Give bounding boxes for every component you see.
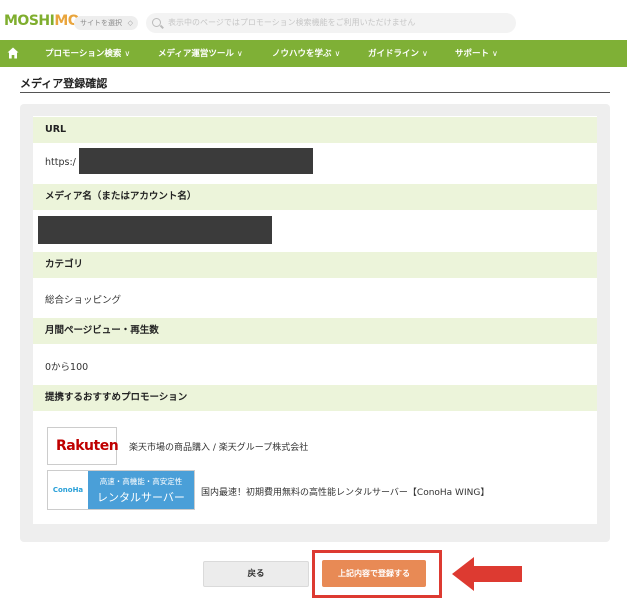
conoha-banner-line2: レンタルサーバー [97,491,185,504]
logo-part-1: MOSH [4,13,50,29]
promotion-conoha-text: 国内最速！初期費用無料の高性能レンタルサーバー【ConoHa WING】 [201,488,490,498]
site-select-label: サイトを選択 [80,19,122,27]
search-input[interactable]: 表示中のページではプロモーション検索機能をご利用いただけません [146,13,516,33]
nav-item-label: メディア運営ツール [158,49,234,59]
redacted-url [79,148,313,174]
chevron-down-icon: ∨ [236,49,243,58]
nav-item-label: ノウハウを学ぶ [272,49,332,59]
top-header: MOSHIMO サイトを選択 ◇ 表示中のページではプロモーション検索機能をご利… [0,0,627,40]
moshimo-logo[interactable]: MOSHIMO [4,13,80,29]
nav-item-label: サポート [455,49,490,59]
arrow-left-icon [452,557,522,591]
nav-item-learn[interactable]: ノウハウを学ぶ ∨ [272,40,340,67]
conoha-banner-line1: 高速・高機能・高安定性 [99,477,183,486]
search-placeholder: 表示中のページではプロモーション検索機能をご利用いただけません [168,18,416,27]
nav-item-label: ガイドライン [368,49,420,59]
nav-item-label: プロモーション検索 [45,49,122,59]
media-name-label: メディア名（またはアカウント名） [33,184,597,210]
chevron-down-icon: ∨ [124,49,131,58]
search-icon [152,18,161,27]
promotions-label: 提携するおすすめプロモーション [33,385,597,411]
nav-item-media-tools[interactable]: メディア運営ツール ∨ [158,40,243,67]
register-button[interactable]: 上記内容で登録する [322,560,426,587]
category-value: 総合ショッピング [45,295,122,306]
site-select-dropdown[interactable]: サイトを選択 ◇ [74,16,138,30]
url-value: https:/ [45,157,76,168]
pageviews-label: 月間ページビュー・再生数 [33,318,597,344]
chevron-down-icon: ◇ [127,19,133,27]
page-title: メディア登録確認 [20,77,108,90]
main-nav: プロモーション検索 ∨ メディア運営ツール ∨ ノウハウを学ぶ ∨ ガイドライン ∨ サ… [0,40,627,67]
promotion-rakuten-text: 楽天市場の商品購入 / 楽天グループ株式会社 [129,443,309,453]
title-divider [20,92,610,93]
category-label: カテゴリ [33,252,597,278]
chevron-down-icon: ∨ [422,49,428,58]
rakuten-logo-text: Rakuten [56,438,119,454]
conoha-logo: ConoHa [48,471,88,509]
nav-item-support[interactable]: サポート ∨ [455,40,498,67]
chevron-down-icon: ∨ [492,49,498,58]
home-icon[interactable] [7,47,19,59]
conoha-banner-copy: 高速・高機能・高安定性 レンタルサーバー [88,471,194,509]
chevron-down-icon: ∨ [334,49,341,58]
redacted-media-name [38,216,272,244]
pageviews-value: 0から100 [45,362,89,373]
back-button[interactable]: 戻る [203,561,309,587]
nav-item-promotion-search[interactable]: プロモーション検索 ∨ [45,40,130,67]
conoha-banner: ConoHa 高速・高機能・高安定性 レンタルサーバー [47,470,195,510]
nav-item-guidelines[interactable]: ガイドライン ∨ [368,40,428,67]
rakuten-logo: Rakuten [47,427,119,465]
url-label: URL [33,117,597,143]
